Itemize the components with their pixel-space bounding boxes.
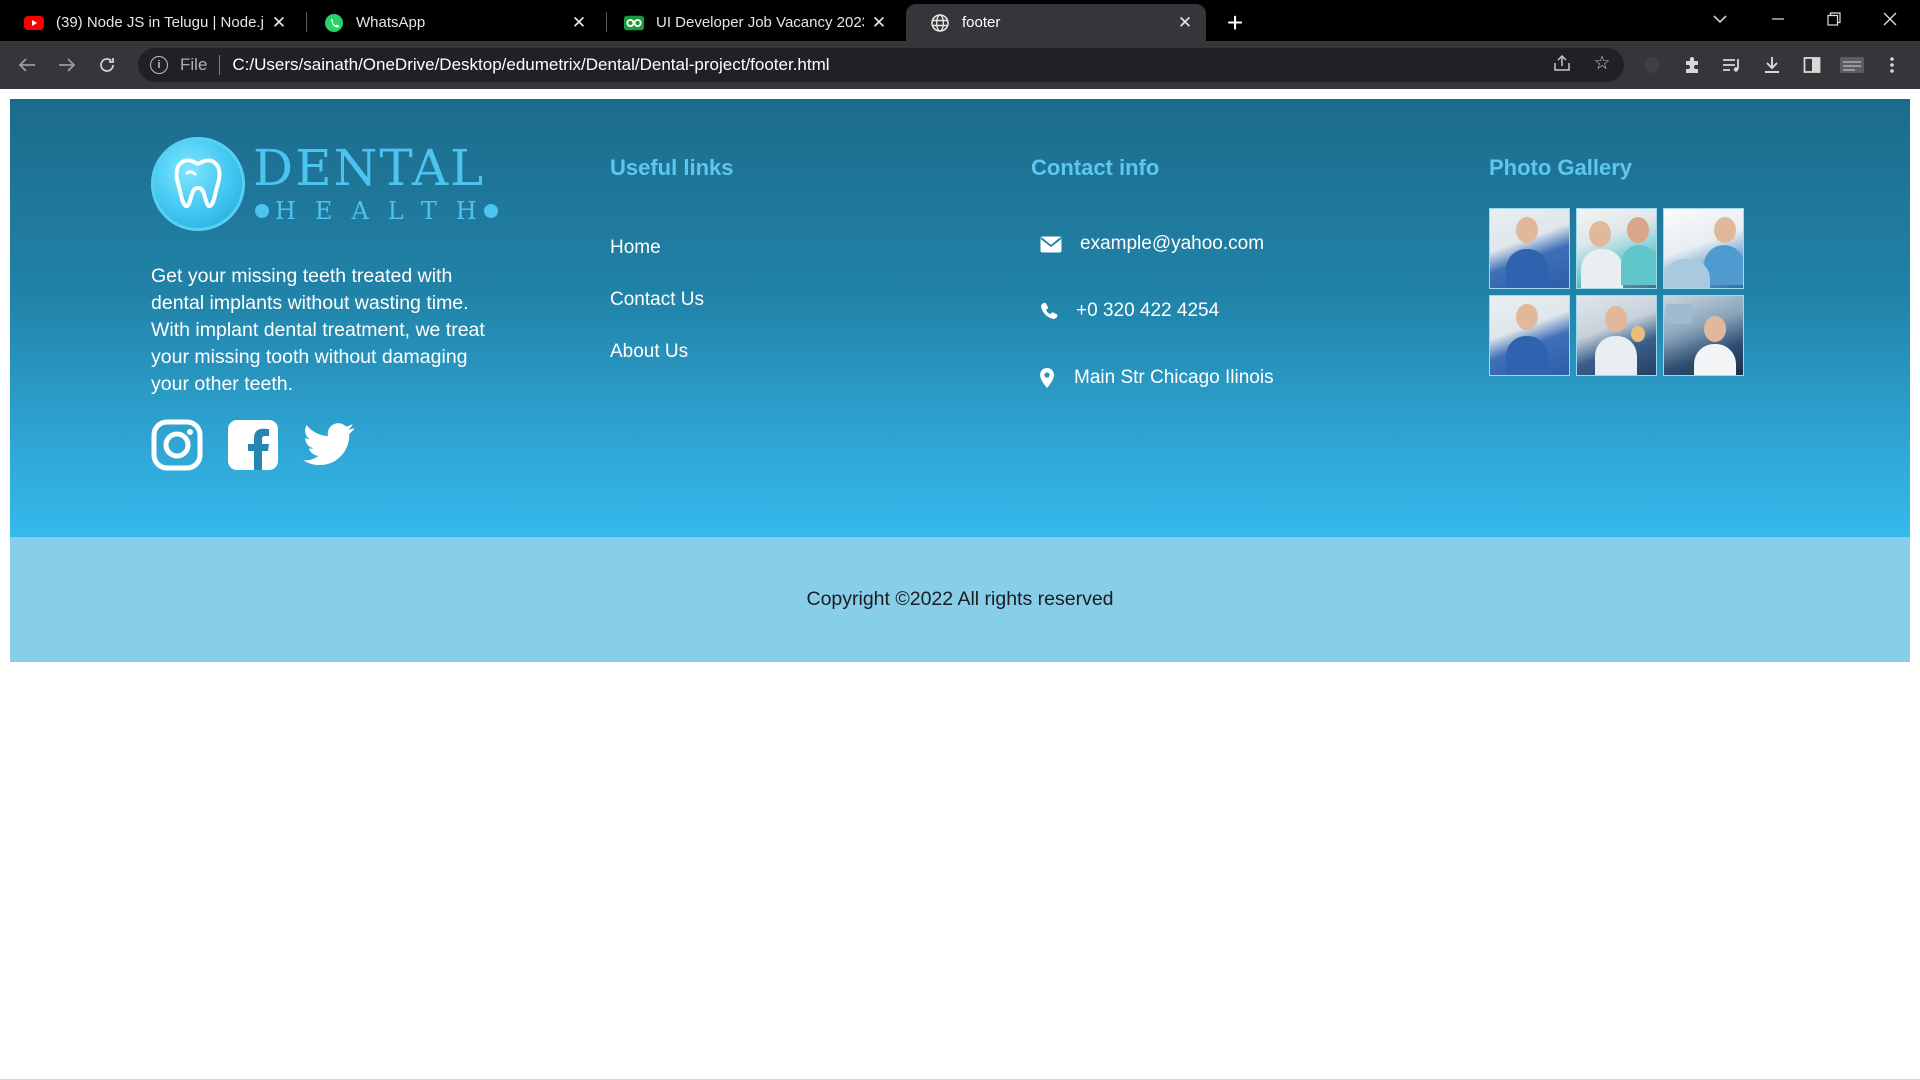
contact-email-text: example@yahoo.com [1080, 233, 1265, 254]
browser-tab-strip: (39) Node JS in Telugu | Node.js T ✕ Wha… [0, 0, 1920, 41]
instagram-icon[interactable] [151, 419, 203, 471]
url-text[interactable]: C:/Users/sainath/OneDrive/Desktop/edumet… [232, 55, 829, 75]
tab-youtube[interactable]: (39) Node JS in Telugu | Node.js T ✕ [0, 4, 300, 41]
profile-avatar-icon[interactable] [1836, 49, 1868, 81]
tab-title: WhatsApp [356, 14, 426, 31]
profile-circle-icon[interactable] [1636, 49, 1668, 81]
facebook-icon[interactable] [227, 419, 279, 471]
logo-dot [255, 203, 269, 218]
forward-arrow-icon[interactable] [51, 49, 83, 81]
download-icon[interactable] [1756, 49, 1788, 81]
new-tab-button[interactable]: + [1218, 6, 1252, 40]
tab-close-icon[interactable]: ✕ [564, 8, 594, 38]
photo-gallery-grid [1489, 208, 1745, 376]
share-icon[interactable] [1546, 47, 1578, 79]
contact-email[interactable]: example@yahoo.com [1040, 233, 1264, 255]
twitter-icon[interactable] [303, 419, 355, 471]
footer-link-contact-us[interactable]: Contact Us [610, 289, 704, 311]
restore-icon[interactable] [1806, 0, 1862, 38]
footer-link-home[interactable]: Home [610, 237, 661, 259]
back-arrow-icon[interactable] [11, 49, 43, 81]
logo-health-text: HEALTH [275, 197, 496, 225]
bookmark-star-icon[interactable]: ☆ [1586, 47, 1618, 79]
tab-title: UI Developer Job Vacancy 2023 a [656, 14, 864, 31]
contact-info-heading: Contact info [1031, 155, 1160, 180]
useful-links-heading: Useful links [610, 155, 734, 180]
infinity-icon [624, 13, 644, 33]
contact-phone-text: +0 320 422 4254 [1076, 300, 1220, 321]
tab-search-icon[interactable] [1692, 0, 1748, 38]
photo-gallery-heading: Photo Gallery [1489, 155, 1633, 180]
tab-close-icon[interactable]: ✕ [1170, 8, 1200, 38]
contact-address[interactable]: Main Str Chicago Ilinois [1040, 367, 1274, 389]
gallery-photo-dental-exam[interactable] [1663, 208, 1744, 289]
dental-health-logo[interactable]: DENTAL HEALTH [151, 137, 498, 237]
gallery-photo-dentist-patient[interactable] [1576, 208, 1657, 289]
gallery-photo-dental-clinic[interactable] [1663, 295, 1744, 376]
gallery-photo-dentist-team[interactable] [1576, 295, 1657, 376]
menu-kebab-icon[interactable] [1876, 49, 1908, 81]
about-text: Get your missing teeth treated with dent… [151, 265, 485, 395]
tab-whatsapp[interactable]: WhatsApp ✕ [300, 4, 600, 41]
envelope-icon [1040, 236, 1064, 253]
close-window-icon[interactable] [1862, 0, 1918, 38]
contact-phone[interactable]: +0 320 422 4254 [1040, 300, 1219, 322]
logo-word-dental: DENTAL [253, 139, 486, 197]
logo-word-health: HEALTH [255, 197, 498, 225]
whatsapp-icon [324, 13, 344, 33]
reload-icon[interactable] [91, 49, 123, 81]
tab-close-icon[interactable]: ✕ [864, 8, 894, 38]
tab-close-icon[interactable]: ✕ [264, 8, 294, 38]
site-footer: DENTAL HEALTH Get your missing teeth tre… [10, 99, 1910, 537]
scheme-label: File [180, 55, 208, 74]
contact-address-text: Main Str Chicago Ilinois [1074, 367, 1274, 388]
media-queue-icon[interactable] [1716, 49, 1748, 81]
logo-dot [483, 203, 498, 218]
globe-icon [930, 13, 950, 33]
tooth-logo-icon [151, 137, 245, 231]
side-panel-icon[interactable] [1796, 49, 1828, 81]
gallery-photo-dentist-smiling[interactable] [1489, 208, 1570, 289]
copyright-text: Copyright ©2022 All rights reserved [806, 588, 1114, 610]
footer-link-about-us[interactable]: About Us [610, 341, 688, 363]
phone-icon [1040, 302, 1064, 320]
gallery-photo-dentist-smiling-2[interactable] [1489, 295, 1570, 376]
tab-title: (39) Node JS in Telugu | Node.js T [56, 14, 264, 31]
copyright-bar: Copyright ©2022 All rights reserved [10, 537, 1910, 662]
tab-job-vacancy[interactable]: UI Developer Job Vacancy 2023 a ✕ [600, 4, 900, 41]
address-bar[interactable]: i File C:/Users/sainath/OneDrive/Desktop… [138, 48, 1624, 82]
map-pin-icon [1040, 368, 1064, 388]
minimize-icon[interactable] [1750, 0, 1806, 38]
social-links [151, 419, 355, 471]
youtube-icon [24, 13, 44, 33]
browser-toolbar: i File C:/Users/sainath/OneDrive/Desktop… [0, 41, 1920, 89]
tab-footer[interactable]: footer ✕ [906, 4, 1206, 41]
tab-title: footer [962, 14, 1001, 31]
extensions-puzzle-icon[interactable] [1676, 49, 1708, 81]
address-divider [219, 55, 221, 75]
site-info-icon[interactable]: i [150, 56, 168, 74]
